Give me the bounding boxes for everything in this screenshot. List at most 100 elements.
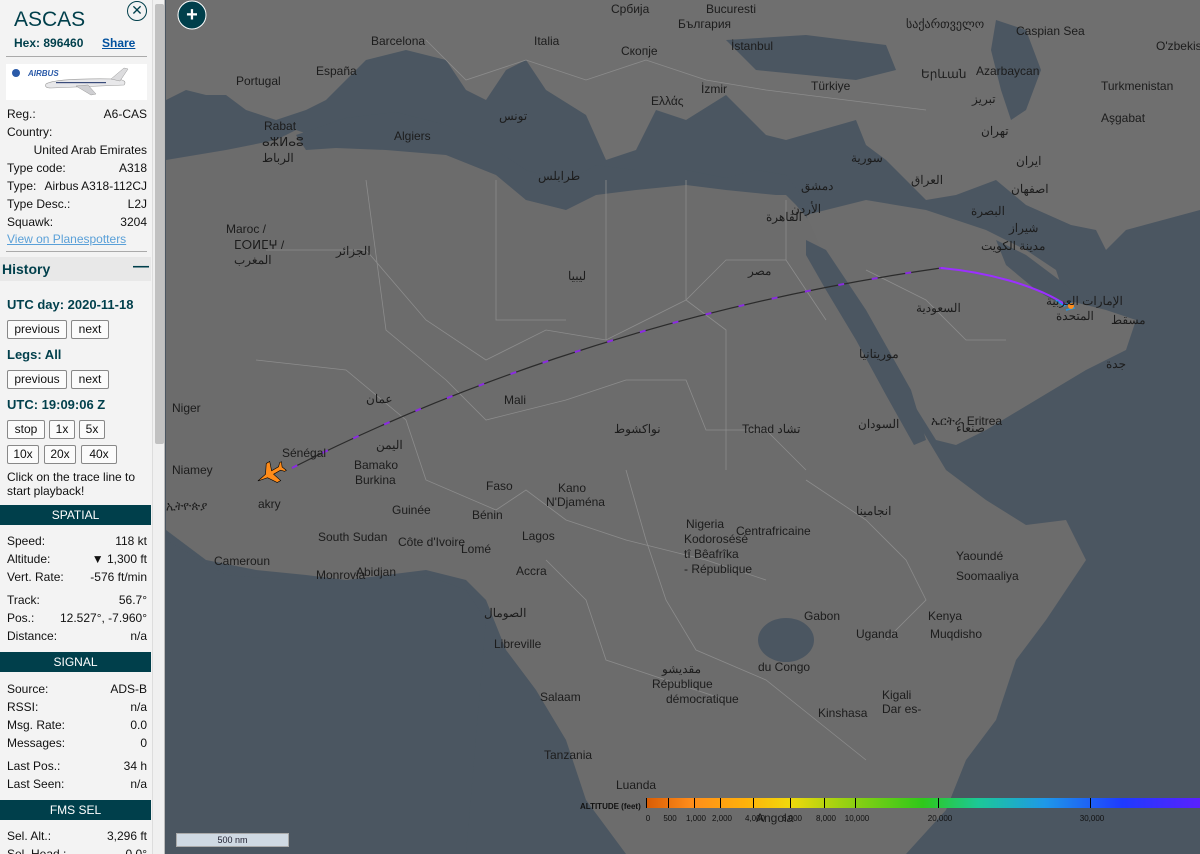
map-canvas[interactable]: Barcelona Italia BucurestiБългария Србија Ск… (166, 0, 1200, 854)
place-label: السودان (858, 417, 899, 431)
place-label: España (316, 64, 357, 78)
place-label: Centrafricaine (736, 524, 811, 538)
altitude-tick-label: 0 (645, 814, 651, 823)
detail-row: Type: Airbus A318-112CJ (7, 179, 147, 193)
place-label: مسقط (1111, 313, 1146, 327)
place-label: İzmir (701, 82, 727, 96)
place-label: Kinshasa (818, 706, 868, 720)
place-label: Türkiye (811, 79, 851, 93)
place-label: Guinée (392, 503, 431, 517)
collapse-icon[interactable]: — (133, 258, 149, 276)
next-leg-button[interactable]: next (71, 370, 109, 389)
scale-label: 500 nm (217, 835, 248, 845)
place-label: Salaam (540, 690, 581, 704)
place-label: O'zbekis (1156, 39, 1200, 53)
callsign: ASCAS (14, 8, 86, 31)
place-label: Bamako (354, 458, 398, 472)
speed-10x-button[interactable]: 10x (7, 445, 39, 464)
sidebar-scrollbar[interactable] (152, 0, 164, 854)
speed-5x-button[interactable]: 5x (79, 420, 105, 439)
place-label: tî Bêafrîka (684, 547, 739, 561)
place-label: طرابلس (538, 169, 580, 183)
spatial-row: Track: 56.7° (7, 593, 147, 607)
altitude-tick-mark (1090, 798, 1091, 808)
detail-row: United Arab Emirates (33, 143, 147, 157)
place-label: Côte d'Ivoire (398, 535, 465, 549)
place-label: Nigeria (686, 517, 724, 531)
plus-icon: + (186, 4, 198, 26)
altitude-legend-title: ALTITUDE (feet) (580, 802, 641, 811)
place-label: du Congo (758, 660, 810, 674)
place-label: Cameroun (214, 554, 270, 568)
place-label: Bucuresti (706, 2, 756, 16)
place-label: الجزائر (335, 244, 371, 258)
altitude-color-bar (646, 798, 1200, 808)
altitude-tick-label: 2,000 (711, 814, 733, 823)
place-label: Երևան (921, 67, 966, 81)
place-label: Italia (534, 34, 560, 48)
place-label: المغرب (234, 253, 272, 267)
place-label: ኢትዮጵያ (166, 499, 207, 513)
place-label: démocratique (666, 692, 739, 706)
altitude-tick-label: 30,000 (1079, 814, 1105, 823)
place-label: ايران (1016, 154, 1041, 168)
map-view[interactable]: Barcelona Italia Bucuresti България Србија Ск… (166, 0, 1200, 854)
altitude-tick-mark (668, 798, 669, 808)
place-label: Azarbaycan (976, 64, 1039, 78)
place-label: Uganda (856, 627, 898, 641)
place-label: مقديشو (661, 662, 701, 676)
place-label: جدة (1106, 357, 1126, 371)
divider (6, 251, 147, 252)
spatial-row: Altitude: ▼ 1,300 ft (7, 552, 147, 566)
previous-day-button[interactable]: previous (7, 320, 67, 339)
place-label: Turkmenistan (1101, 79, 1173, 93)
place-label: Rabat (264, 119, 297, 133)
history-header[interactable]: History — (0, 257, 151, 281)
stop-button[interactable]: stop (7, 420, 45, 439)
place-label: Kenya (928, 609, 962, 623)
place-label: България (678, 17, 731, 31)
altitude-tick-mark (790, 798, 791, 808)
place-label: تهران (981, 124, 1009, 138)
spatial-row: Pos.: 12.527°, -7.960° (7, 611, 147, 625)
info-sidebar: ASCAS ✕ Hex: 896460 Share AIRBUS Reg.: A… (0, 0, 165, 854)
place-label: دمشق (801, 179, 833, 193)
place-label: Ελλάς (651, 94, 684, 108)
hex-value: 896460 (43, 36, 84, 50)
signal-row: Source: ADS-B (7, 682, 147, 696)
utc-day-label: UTC day: 2020-11-18 (7, 297, 134, 312)
spatial-row: Vert. Rate: -576 ft/min (7, 570, 147, 584)
place-label: المتحدة (1056, 309, 1094, 323)
place-label: Maroc / (226, 222, 267, 236)
next-day-button[interactable]: next (71, 320, 109, 339)
speed-20x-button[interactable]: 20x (44, 445, 76, 464)
place-label: Algiers (394, 129, 431, 143)
zoom-in-button[interactable]: + (177, 0, 207, 30)
altitude-legend: ALTITUDE (feet) 0 500 1,000 2,000 4,000 6,000… (580, 796, 1200, 826)
place-label: Gabon (804, 609, 840, 623)
previous-leg-button[interactable]: previous (7, 370, 67, 389)
altitude-tick-mark (938, 798, 939, 808)
hex-label: Hex: (14, 36, 41, 50)
signal-row: RSSI: n/a (7, 700, 147, 714)
place-label: Tanzania (544, 748, 592, 762)
place-label: الإمارات العربية (1046, 294, 1123, 309)
planespotters-link[interactable]: View on Planespotters (7, 232, 126, 246)
place-label: Niger (172, 401, 201, 415)
place-label: akry (258, 497, 281, 511)
close-icon[interactable]: ✕ (127, 1, 147, 21)
share-link[interactable]: Share (102, 36, 135, 50)
scrollbar-thumb[interactable] (155, 4, 164, 444)
detail-row: Type Desc.: L2J (7, 197, 147, 211)
altitude-tick-mark (720, 798, 721, 808)
speed-40x-button[interactable]: 40x (81, 445, 117, 464)
utc-time-label: UTC: 19:09:06 Z (7, 397, 106, 412)
place-label: Barcelona (371, 34, 425, 48)
place-label: Caspian Sea (1016, 24, 1085, 38)
place-label: Niamey (172, 463, 213, 477)
speed-1x-button[interactable]: 1x (49, 420, 75, 439)
altitude-tick-mark (694, 798, 695, 808)
fms-row: Sel. Head.: 0.0° (7, 847, 147, 854)
legs-label: Legs: All (7, 347, 62, 362)
place-label: موريتانيا (859, 347, 899, 361)
